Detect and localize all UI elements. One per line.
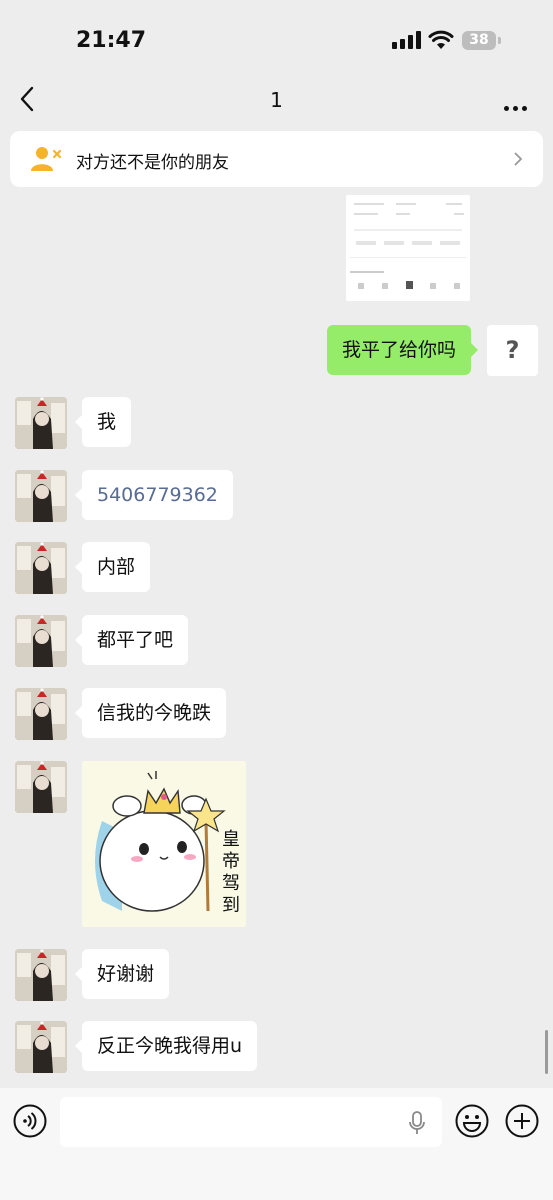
voice-input-icon[interactable]: [13, 1104, 47, 1138]
avatar-image: [15, 542, 67, 594]
wifi-icon: [428, 30, 454, 49]
received-message[interactable]: 信我的今晚跌: [74, 688, 227, 738]
sticker-caption: 皇帝驾到: [222, 829, 240, 916]
received-message[interactable]: 5406779362: [75, 470, 233, 520]
avatar[interactable]: [15, 1021, 67, 1073]
chevron-right-icon: [514, 152, 523, 166]
avatar[interactable]: [15, 688, 67, 740]
received-message[interactable]: 好谢谢: [74, 949, 170, 999]
emoji-icon[interactable]: [455, 1104, 489, 1138]
avatar[interactable]: [15, 470, 67, 522]
received-message[interactable]: 都平了吧: [74, 615, 189, 665]
avatar[interactable]: [15, 761, 67, 813]
phone-number-link[interactable]: 5406779362: [97, 484, 218, 506]
avatar-image: [15, 688, 67, 740]
received-message[interactable]: 反正今晚我得用u: [74, 1021, 258, 1071]
message-list[interactable]: 我平了给你吗 ? 我 5406779362 内部 都平了吧 信我的今晚跌 皇帝驾…: [0, 195, 553, 1088]
clock: 21:47: [76, 28, 147, 53]
sent-message[interactable]: 我平了给你吗: [326, 325, 479, 375]
image-message-screenshot[interactable]: [346, 195, 470, 301]
avatar[interactable]: [15, 397, 67, 449]
plus-icon[interactable]: [505, 1104, 539, 1138]
message-input[interactable]: [60, 1097, 442, 1147]
user-warning-icon: [31, 147, 62, 171]
avatar-image: [15, 1021, 67, 1073]
received-message[interactable]: 我: [74, 397, 132, 447]
avatar[interactable]: [15, 615, 67, 667]
avatar-image: [15, 397, 67, 449]
input-bar: [0, 1088, 553, 1200]
battery-tip: [498, 37, 501, 44]
more-options-icon[interactable]: [504, 96, 531, 115]
avatar-image: [15, 470, 67, 522]
microphone-icon[interactable]: [408, 1111, 426, 1135]
status-bar: 21:47 38: [0, 0, 553, 80]
notice-text: 对方还不是你的朋友: [76, 153, 229, 173]
battery-indicator: 38: [462, 31, 496, 50]
avatar[interactable]: [15, 542, 67, 594]
avatar-image: [15, 615, 67, 667]
cellular-signal-icon: [392, 31, 422, 49]
received-message[interactable]: 内部: [74, 542, 151, 592]
chat-header: 1: [0, 80, 553, 120]
avatar[interactable]: [15, 949, 67, 1001]
not-friend-notice[interactable]: 对方还不是你的朋友: [10, 131, 543, 187]
scrollbar[interactable]: [545, 1030, 548, 1074]
avatar-image: [15, 949, 67, 1001]
chat-title: 1: [270, 88, 283, 112]
avatar[interactable]: ?: [487, 325, 538, 376]
avatar-image: [15, 761, 67, 813]
sticker-message[interactable]: 皇帝驾到: [82, 761, 246, 927]
